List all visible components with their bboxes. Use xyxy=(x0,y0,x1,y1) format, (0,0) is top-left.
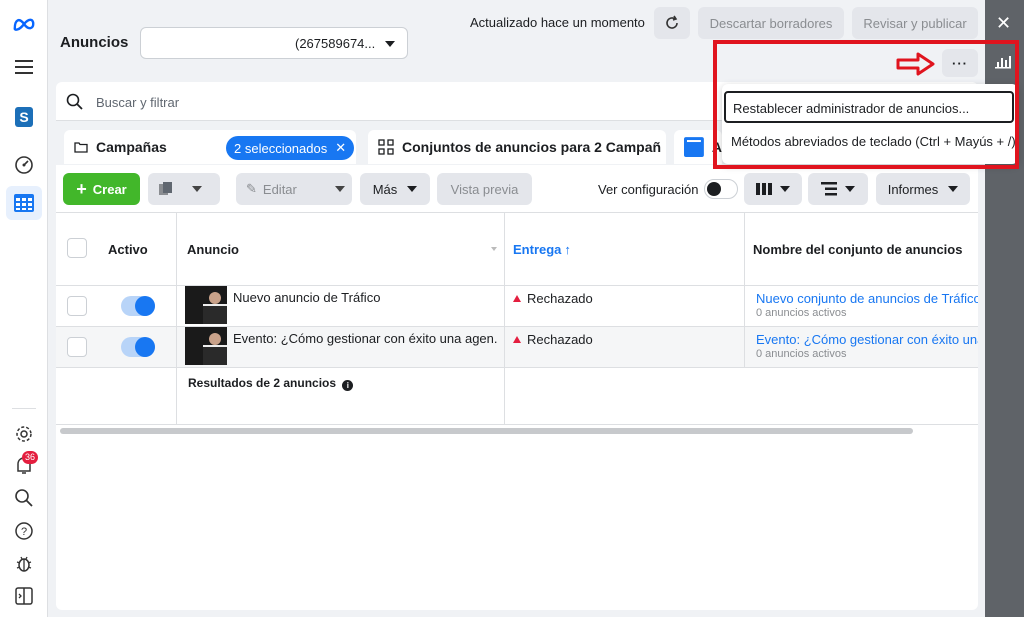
horizontal-scrollbar[interactable] xyxy=(60,428,913,434)
rail-divider xyxy=(12,408,36,409)
selected-count-label: 2 seleccionados xyxy=(234,140,328,156)
column-header-delivery-label: Entrega xyxy=(513,241,562,257)
ad-thumbnail[interactable] xyxy=(185,327,227,365)
duplicate-button[interactable] xyxy=(148,173,220,205)
gear-icon[interactable] xyxy=(12,422,36,446)
account-selector[interactable]: (267589674... xyxy=(140,27,408,59)
annotation-highlight-box xyxy=(713,40,1019,169)
account-selector-value: (267589674... xyxy=(295,36,376,51)
column-header-active[interactable]: Activo xyxy=(108,213,148,285)
svg-text:S: S xyxy=(19,109,28,125)
search-icon xyxy=(66,93,84,114)
column-divider xyxy=(176,212,177,424)
results-summary: Resultados de 2 anuncios i xyxy=(188,376,354,391)
delivery-status-text: Rechazado xyxy=(527,291,593,306)
chevron-down-icon xyxy=(845,186,855,192)
warning-triangle-icon xyxy=(513,295,521,302)
sort-caret-icon xyxy=(491,247,497,251)
adset-active-count: 0 anuncios activos xyxy=(756,307,847,319)
chevron-down-icon xyxy=(385,41,395,47)
column-header-delivery[interactable]: Entrega ↑ xyxy=(513,213,571,285)
reports-label: Informes xyxy=(887,181,939,197)
refresh-icon xyxy=(666,15,678,29)
row-divider xyxy=(56,367,978,368)
row-checkbox[interactable] xyxy=(67,296,87,316)
adset-active-count: 0 anuncios activos xyxy=(756,348,847,360)
refresh-button[interactable] xyxy=(654,7,690,39)
search-placeholder: Buscar y filtrar xyxy=(96,95,180,110)
close-icon[interactable]: ✕ xyxy=(996,13,1011,34)
tab-campaigns-label: Campañas xyxy=(96,139,167,155)
chevron-down-icon xyxy=(334,186,345,192)
warning-triangle-icon xyxy=(513,336,521,343)
edit-button-label: Editar xyxy=(262,181,297,197)
search-bar[interactable]: Buscar y filtrar xyxy=(56,84,716,120)
view-config-toggle[interactable] xyxy=(704,179,738,199)
columns-icon xyxy=(756,183,772,195)
page-title: Anuncios xyxy=(60,34,129,51)
column-header-ad[interactable]: Anuncio xyxy=(187,213,497,285)
dashboard-gauge-icon[interactable] xyxy=(12,153,36,177)
view-config-label: Ver configuración xyxy=(598,182,699,197)
edit-button[interactable]: ✎ Editar xyxy=(236,173,352,205)
row-active-toggle[interactable] xyxy=(121,337,155,357)
create-button-label: Crear xyxy=(92,181,127,197)
menu-icon[interactable] xyxy=(12,55,36,79)
breakdown-button[interactable] xyxy=(808,173,868,205)
help-icon[interactable]: ? xyxy=(12,519,36,543)
selected-filter-chip[interactable]: 2 seleccionados ✕ xyxy=(226,136,355,160)
search-icon[interactable] xyxy=(12,486,36,510)
duplicate-icon xyxy=(159,182,172,195)
column-divider xyxy=(744,212,745,367)
clear-selection-icon[interactable]: ✕ xyxy=(335,140,346,156)
row-checkbox[interactable] xyxy=(67,337,87,357)
tab-adsets[interactable]: Conjuntos de anuncios para 2 Campañ xyxy=(368,130,666,164)
results-summary-text: Resultados de 2 anuncios xyxy=(188,376,337,390)
ad-name-cell[interactable]: Nuevo anuncio de Tráfico xyxy=(233,290,498,305)
review-publish-button[interactable]: Revisar y publicar xyxy=(852,7,978,39)
ad-thumbnail[interactable] xyxy=(185,286,227,324)
plus-icon: + xyxy=(76,178,87,199)
reports-button[interactable]: Informes xyxy=(876,173,970,205)
column-divider xyxy=(504,212,505,424)
adset-name-link[interactable]: Evento: ¿Cómo gestionar con éxito una a xyxy=(756,332,978,347)
pencil-icon: ✎ xyxy=(246,181,257,196)
chevron-down-icon xyxy=(948,186,959,192)
ad-icon xyxy=(684,137,704,157)
create-button[interactable]: + Crear xyxy=(63,173,140,205)
grid-icon xyxy=(378,139,394,155)
summary-bottom-border xyxy=(56,424,978,425)
adset-name-link[interactable]: Nuevo conjunto de anuncios de Tráfico xyxy=(756,291,978,306)
updated-status: Actualizado hace un momento xyxy=(470,15,645,30)
left-nav-rail: S 36 ? xyxy=(0,0,48,617)
ads-manager-table-icon[interactable] xyxy=(6,186,42,220)
meta-logo-icon[interactable] xyxy=(12,12,36,36)
chevron-down-icon xyxy=(407,186,418,192)
notification-count-badge: 36 xyxy=(22,451,39,464)
side-panel-icon[interactable] xyxy=(12,584,36,608)
info-icon[interactable]: i xyxy=(342,380,354,391)
sort-arrow-up-icon: ↑ xyxy=(564,241,571,257)
ad-name-cell[interactable]: Evento: ¿Cómo gestionar con éxito una ag… xyxy=(233,331,498,346)
folder-icon xyxy=(74,142,88,153)
svg-text:?: ? xyxy=(21,526,27,538)
row-active-toggle[interactable] xyxy=(121,296,155,316)
breakdown-icon xyxy=(821,182,837,196)
columns-button[interactable] xyxy=(744,173,802,205)
delivery-status-cell: Rechazado xyxy=(513,291,593,306)
preview-button[interactable]: Vista previa xyxy=(437,173,532,205)
more-actions-label: Más xyxy=(372,181,398,197)
bug-report-icon[interactable] xyxy=(12,552,36,576)
column-header-adset[interactable]: Nombre del conjunto de anuncios xyxy=(753,213,962,285)
delivery-status-cell: Rechazado xyxy=(513,332,593,347)
discard-drafts-button[interactable]: Descartar borradores xyxy=(698,7,844,39)
column-header-ad-label: Anuncio xyxy=(187,241,239,257)
tab-adsets-label: Conjuntos de anuncios para 2 Campañ xyxy=(402,139,662,155)
delivery-status-text: Rechazado xyxy=(527,332,593,347)
app-s-icon[interactable]: S xyxy=(12,105,36,129)
chevron-down-icon xyxy=(192,186,202,192)
more-actions-button[interactable]: Más xyxy=(360,173,430,205)
select-all-checkbox[interactable] xyxy=(67,238,87,258)
chevron-down-icon xyxy=(780,186,790,192)
